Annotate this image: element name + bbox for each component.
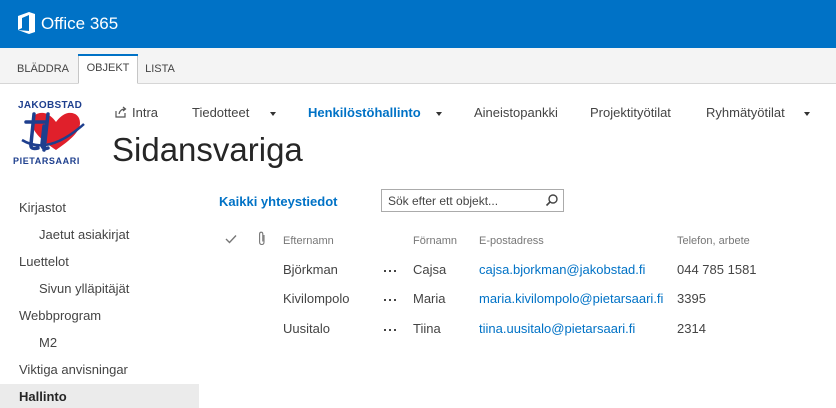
search-input[interactable]: Sök efter ett objekt... <box>388 194 498 208</box>
column-header-phone[interactable]: Telefon, arbete <box>677 235 750 247</box>
tab-item[interactable]: OBJEKT <box>78 54 138 84</box>
nav-item-projektityotilat[interactable]: Projektityötilat <box>590 103 671 123</box>
table-row-email[interactable]: cajsa.bjorkman@jakobstad.fi <box>479 261 645 279</box>
table-row-firstname: Tiina <box>413 321 441 336</box>
column-header-email[interactable]: E-postadress <box>479 235 544 247</box>
ribbon: BLÄDDRA OBJEKT LISTA <box>0 48 836 84</box>
table-row-phone: 3395 <box>677 291 706 306</box>
nav-item-ryhmatyotilat[interactable]: Ryhmätyötilat <box>706 103 785 123</box>
nav-item-henkilostohallinto[interactable]: Henkilöstöhallinto <box>308 103 421 123</box>
attachment-icon <box>259 231 265 246</box>
column-header-firstname[interactable]: Förnamn <box>413 235 457 247</box>
chevron-down-icon[interactable] <box>436 112 442 116</box>
table-row-lastname[interactable]: Björkman <box>283 261 338 279</box>
table-row-phone: 044 785 1581 <box>677 262 757 277</box>
nav-item-tiedotteet[interactable]: Tiedotteet <box>192 103 249 123</box>
table-row-lastname[interactable]: Uusitalo <box>283 320 330 338</box>
chevron-down-icon[interactable] <box>270 112 276 116</box>
ellipsis-icon[interactable] <box>384 268 398 274</box>
quicklaunch-item-hallinto[interactable]: Hallinto <box>0 384 199 408</box>
view-all-contacts-link[interactable]: Kaikki yhteystiedot <box>219 194 338 209</box>
quicklaunch-item-kirjastot[interactable]: Kirjastot <box>19 199 66 217</box>
table-row-firstname: Maria <box>413 291 446 306</box>
table-row-firstname: Cajsa <box>413 262 447 277</box>
table-row-email[interactable]: maria.kivilompolo@pietarsaari.fi <box>479 290 663 308</box>
quicklaunch-item-m2[interactable]: M2 <box>39 334 57 352</box>
table-row-lastname[interactable]: Kivilompolo <box>283 290 349 308</box>
nav-item-intra[interactable]: Intra <box>132 103 158 123</box>
table-row-phone: 2314 <box>677 321 706 336</box>
tab-browse[interactable]: BLÄDDRA <box>12 56 74 83</box>
quicklaunch-item-jaetut-asiakirjat[interactable]: Jaetut asiakirjat <box>39 226 129 244</box>
share-icon[interactable] <box>114 105 128 119</box>
nav-item-aineistopankki[interactable]: Aineistopankki <box>474 103 558 123</box>
suite-bar: Office 365 <box>0 0 836 48</box>
tab-list[interactable]: LISTA <box>140 56 180 83</box>
suite-title[interactable]: Office 365 <box>41 14 118 34</box>
search-icon[interactable] <box>541 190 563 211</box>
logo-heart-icon <box>21 112 85 152</box>
column-header-lastname[interactable]: Efternamn <box>283 235 334 247</box>
table-row-email[interactable]: tiina.uusitalo@pietarsaari.fi <box>479 320 635 338</box>
search-box[interactable]: Sök efter ett objekt... <box>381 189 564 212</box>
office-logo-icon[interactable] <box>16 12 36 34</box>
ellipsis-icon[interactable] <box>384 297 398 303</box>
page-title: Sidansvariga <box>112 131 303 168</box>
logo-bottom-text: PIETARSAARI <box>13 156 80 166</box>
select-all-checkmark-icon[interactable] <box>225 234 237 244</box>
chevron-down-icon[interactable] <box>804 112 810 116</box>
site-logo[interactable]: JAKOBSTAD PIETARSAARI <box>12 96 96 174</box>
quicklaunch-item-webbprogram[interactable]: Webbprogram <box>19 307 101 325</box>
quicklaunch-item-sivun-yllapitajat[interactable]: Sivun ylläpitäjät <box>39 280 129 298</box>
quicklaunch-item-viktiga-anvisningar[interactable]: Viktiga anvisningar <box>19 361 128 379</box>
ellipsis-icon[interactable] <box>384 327 398 333</box>
quicklaunch-item-luettelot[interactable]: Luettelot <box>19 253 69 271</box>
